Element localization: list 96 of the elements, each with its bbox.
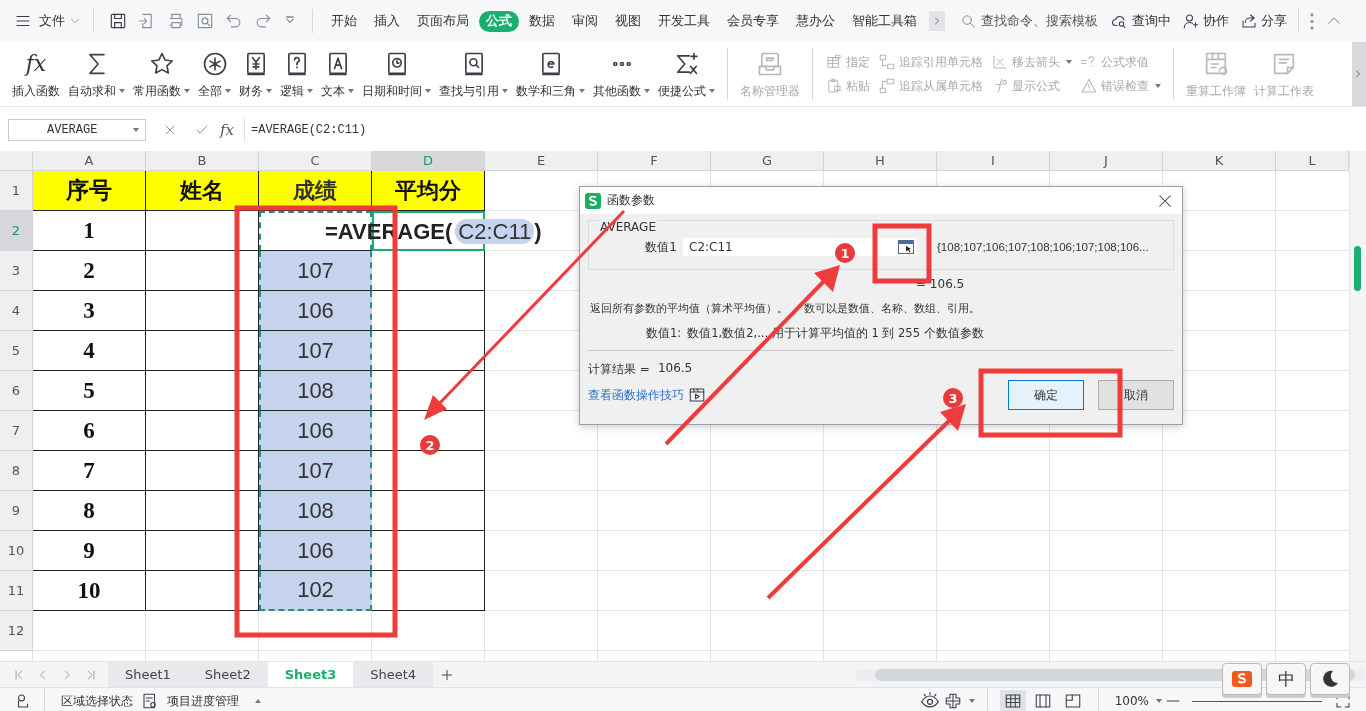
table-cell: 108 — [259, 371, 372, 411]
column-header[interactable]: F — [598, 151, 711, 171]
toolbar-link[interactable]: 协作 — [1203, 12, 1229, 30]
column-header[interactable]: B — [146, 151, 259, 171]
table-header-cell: 序号 — [33, 171, 146, 211]
table-cell: 107 — [259, 451, 372, 491]
file-menu[interactable]: 文件 — [39, 12, 65, 30]
zoom-level[interactable]: 100% — [1114, 694, 1149, 708]
dialog-button[interactable]: 取消 — [1098, 380, 1174, 410]
ribbon-tab[interactable]: 慧办公 — [789, 10, 842, 32]
ribbon-button[interactable]: 查找与引用 — [435, 48, 512, 100]
help-link[interactable]: 查看函数操作技巧 — [588, 386, 684, 404]
ribbon-button[interactable]: 文本 — [317, 48, 358, 100]
ribbon-tab[interactable]: 智能工具箱 — [845, 10, 924, 32]
help-label: 数值1: — [646, 326, 682, 341]
ribbon-button[interactable]: 日期和时间 — [358, 48, 435, 100]
table-cell: 108 — [259, 491, 372, 531]
argument-result: = 106.5 — [916, 277, 966, 291]
step-badge: 3 — [943, 388, 963, 408]
row-header[interactable]: 7 — [0, 411, 33, 451]
column-header[interactable]: J — [1050, 151, 1163, 171]
table-cell: 102 — [259, 571, 372, 611]
row-header[interactable]: 10 — [0, 531, 33, 571]
column-header[interactable]: G — [711, 151, 824, 171]
argument-label: 数值1 — [644, 238, 678, 256]
row-header[interactable]: 8 — [0, 451, 33, 491]
ribbon-button[interactable]: 全部 — [194, 48, 235, 100]
table-cell: 3 — [33, 291, 146, 331]
ribbon-button[interactable]: 自动求和 — [64, 48, 129, 100]
name-box[interactable]: AVERAGE — [8, 119, 146, 141]
column-header[interactable]: C — [259, 151, 372, 171]
column-header[interactable]: I — [937, 151, 1050, 171]
sheet-tab[interactable]: Sheet1 — [108, 662, 188, 687]
ribbon-tab[interactable]: 页面布局 — [410, 10, 476, 32]
ribbon-tab[interactable]: 插入 — [367, 10, 407, 32]
argument-preview: {108;107;106;107;108;106;107;108;106... — [937, 241, 1149, 253]
column-header[interactable]: L — [1276, 151, 1349, 171]
ribbon-tab[interactable]: 开始 — [324, 10, 364, 32]
dialog-title: 函数参数 — [607, 192, 655, 209]
row-header[interactable]: 3 — [0, 251, 33, 291]
ribbon-tab[interactable]: 审阅 — [565, 10, 605, 32]
ribbon-button[interactable]: 其他函数 — [589, 48, 654, 100]
column-header[interactable]: K — [1163, 151, 1276, 171]
sheet-tab[interactable]: Sheet4 — [353, 662, 434, 687]
step-badge: 2 — [420, 435, 440, 455]
table-cell: 7 — [33, 451, 146, 491]
step-badge: 1 — [835, 243, 855, 263]
status-text: 区域选择状态 — [61, 692, 133, 710]
ribbon-tab[interactable]: 会员专享 — [720, 10, 786, 32]
row-header[interactable]: 12 — [0, 611, 33, 651]
row-header[interactable]: 1 — [0, 171, 33, 211]
table-cell: 5 — [33, 371, 146, 411]
table-cell: 8 — [33, 491, 146, 531]
ribbon-tab[interactable]: 数据 — [522, 10, 562, 32]
table-header-cell: 姓名 — [146, 171, 259, 211]
table-cell: 9 — [33, 531, 146, 571]
ribbon-button[interactable]: fx 插入函数 — [8, 48, 64, 100]
ribbon-button[interactable]: 数学和三角 — [512, 48, 589, 100]
dialog-button[interactable]: 确定 — [1008, 380, 1084, 410]
insert-function-button[interactable]: fx — [220, 121, 234, 139]
toolbar-link[interactable]: 查询中 — [1132, 12, 1171, 30]
table-cell: 107 — [259, 251, 372, 291]
ribbon-button[interactable]: 逻辑 — [276, 48, 317, 100]
table-cell: 106 — [259, 291, 372, 331]
table-cell: 2 — [33, 251, 146, 291]
sheet-tab[interactable]: Sheet2 — [187, 662, 268, 687]
table-cell: 6 — [33, 411, 146, 451]
column-header[interactable]: H — [824, 151, 937, 171]
row-header[interactable]: 6 — [0, 371, 33, 411]
status-button[interactable]: 项目进度管理 — [167, 692, 239, 710]
toolbar-link[interactable]: 分享 — [1261, 12, 1287, 30]
row-header[interactable]: 9 — [0, 491, 33, 531]
column-header[interactable]: A — [33, 151, 146, 171]
row-header[interactable]: 11 — [0, 571, 33, 611]
table-cell: 106 — [259, 531, 372, 571]
result-label: 计算结果 = — [588, 361, 650, 378]
table-cell: 107 — [259, 331, 372, 371]
function-description: 数可以是数值、名称、数组、引用。 — [804, 301, 980, 316]
table-cell: 106 — [259, 411, 372, 451]
ribbon-button[interactable]: 常用函数 — [129, 48, 194, 100]
input-mode-button[interactable]: 中 — [1266, 663, 1306, 695]
table-header-cell: 平均分 — [372, 171, 485, 211]
table-cell: 1 — [33, 211, 146, 251]
search-field[interactable]: 查找命令、搜索模板 — [960, 12, 1100, 30]
formula-field[interactable]: =AVERAGE(C2:C11) — [244, 119, 1366, 141]
ribbon-button[interactable]: 便捷公式 — [654, 48, 719, 100]
result-value: 106.5 — [657, 361, 693, 377]
column-header[interactable]: E — [485, 151, 598, 171]
table-cell: 4 — [33, 331, 146, 371]
ribbon-button[interactable]: 财务 — [235, 48, 276, 100]
function-description: 返回所有参数的平均值（算术平均值）。 — [590, 301, 788, 316]
table-cell: 10 — [33, 571, 146, 611]
row-header[interactable]: 4 — [0, 291, 33, 331]
row-header[interactable]: 5 — [0, 331, 33, 371]
ribbon-tab[interactable]: 视图 — [608, 10, 648, 32]
ribbon-tab[interactable]: 开发工具 — [651, 10, 717, 32]
